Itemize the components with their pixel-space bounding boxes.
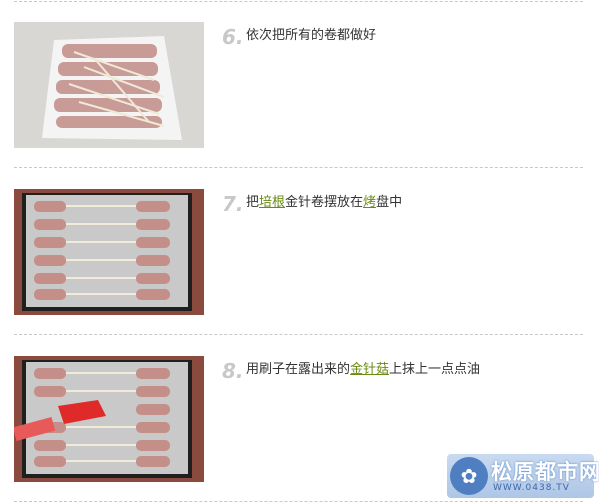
step-8-photo [14, 356, 204, 482]
divider [14, 501, 583, 502]
divider [14, 334, 583, 335]
enoki-link[interactable]: 金针菇 [350, 362, 389, 377]
divider [14, 167, 583, 168]
divider [14, 1, 583, 2]
step-text: 把培根金针卷摆放在烤盘中 [246, 195, 402, 211]
step-text: 用刷子在露出来的金针菇上抹上一点点油 [246, 362, 480, 378]
step-text-segment: 金针卷摆放在 [285, 195, 364, 210]
rabbit-logo-icon: ✿ [450, 457, 488, 495]
step-number: 6. [222, 25, 244, 49]
step-text: 依次把所有的卷都做好 [246, 28, 376, 44]
step-text-segment: 依次把所有的卷都做好 [246, 28, 377, 43]
site-watermark: ✿ 松原都市网 WWW.0438.TV [447, 454, 599, 498]
watermark-name: 松原都市网 [491, 459, 599, 484]
bacon-link[interactable]: 培根 [259, 195, 285, 210]
step-text-segment: 把 [246, 195, 260, 210]
step-6-photo [14, 22, 204, 148]
step-text-segment: 上抹上一点点油 [389, 362, 481, 377]
bake-link[interactable]: 烤 [363, 195, 376, 210]
step-text-segment: 盘中 [376, 195, 403, 210]
step-7-photo [14, 189, 204, 315]
step-number: 8. [222, 359, 244, 383]
step-text-segment: 用刷子在露出来的 [246, 362, 351, 377]
step-number: 7. [222, 192, 244, 216]
watermark-url: WWW.0438.TV [493, 483, 570, 493]
